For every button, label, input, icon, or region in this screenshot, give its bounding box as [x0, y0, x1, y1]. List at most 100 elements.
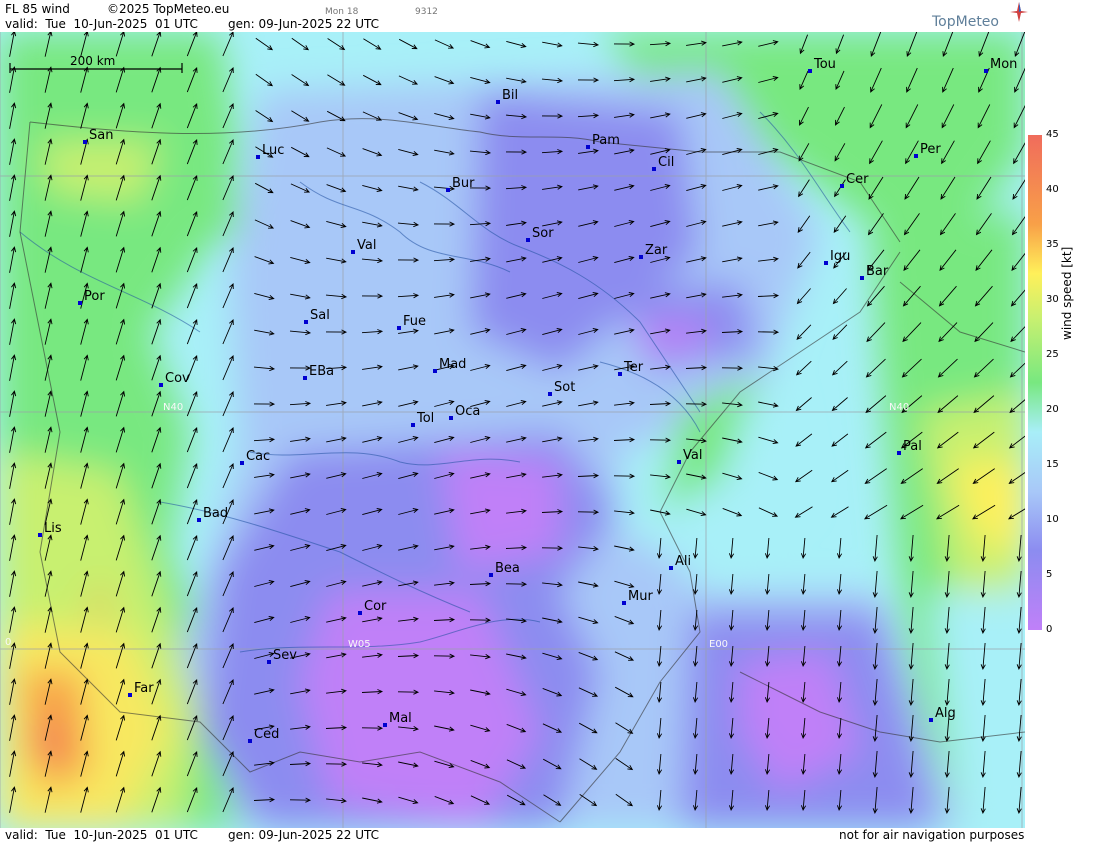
- legend-tick: 5: [1046, 569, 1053, 580]
- wind-arrow: [864, 504, 888, 520]
- wind-arrow: [186, 282, 198, 309]
- wind-arrow: [434, 76, 455, 85]
- city-label: Luc: [262, 143, 284, 158]
- wind-arrow: [291, 37, 310, 51]
- product-title: FL 85 wind: [5, 2, 70, 16]
- wind-arrow: [327, 38, 346, 51]
- wind-arrow: [186, 462, 198, 489]
- wind-arrow: [864, 468, 887, 484]
- wind-map[interactable]: 200 km N40 N40 W05 E00 0 Bil Tou Mon San Luc Pam C…: [0, 32, 1025, 828]
- city-label: Lis: [44, 521, 62, 536]
- wind-arrow: [577, 41, 600, 48]
- city-dot: [397, 326, 401, 330]
- topmeteo-logo[interactable]: TopMeteo: [932, 2, 1028, 30]
- city-label: Per: [920, 142, 941, 157]
- city-label: Val: [357, 238, 376, 253]
- city-dot: [78, 301, 82, 305]
- city-label: Cer: [846, 172, 869, 187]
- wind-arrow: [186, 498, 198, 525]
- wind-map-canvas: 200 km N40 N40 W05 E00 0 Bil Tou Mon San Luc Pam C…: [0, 32, 1025, 828]
- city-label: Zar: [645, 243, 668, 258]
- city-dot: [248, 739, 252, 743]
- city-dot: [897, 451, 901, 455]
- city-dot: [489, 573, 493, 577]
- legend-color-bar: [1028, 135, 1042, 630]
- legend-tick: 40: [1046, 184, 1059, 195]
- wind-arrow: [186, 534, 198, 561]
- city-dot: [383, 723, 387, 727]
- generated-time: gen: 09-Jun-2025 22 UTC: [228, 17, 380, 31]
- city-label: Bar: [866, 264, 889, 279]
- city-dot: [618, 372, 622, 376]
- city-label: Ali: [675, 554, 691, 569]
- wind-arrow: [832, 324, 848, 340]
- city-label: Sot: [554, 380, 575, 395]
- city-label: Far: [134, 681, 154, 696]
- city-label: Cac: [246, 449, 270, 464]
- city-label: EBa: [309, 364, 334, 379]
- wind-arrow: [222, 355, 234, 381]
- wind-arrow: [831, 397, 848, 412]
- city-label: San: [89, 128, 113, 143]
- city-label: Cov: [165, 371, 190, 386]
- city-dot: [677, 460, 681, 464]
- city-label: Bea: [495, 561, 520, 576]
- city-dot: [351, 250, 355, 254]
- city-label: Fue: [403, 314, 426, 329]
- wind-arrow: [398, 38, 418, 50]
- city-marker[interactable]: Pam: [586, 133, 620, 149]
- wind-arrow: [470, 40, 491, 49]
- city-label: Mal: [389, 711, 412, 726]
- wind-arrow: [434, 39, 455, 49]
- city-dot: [83, 140, 87, 144]
- wind-arrow: [794, 506, 813, 518]
- color-legend: 45 40 35 30 25 20 15 10 5 0: [1026, 130, 1117, 635]
- city-dot: [303, 376, 307, 380]
- wind-arrow: [327, 74, 346, 86]
- valid-time: valid: Tue 10-Jun-2025 01 UTC: [5, 17, 198, 31]
- brand-name: TopMeteo: [932, 14, 999, 30]
- city-label: Por: [84, 289, 105, 304]
- wind-arrow: [398, 75, 419, 85]
- city-marker[interactable]: Bar: [860, 264, 889, 280]
- legend-title: wind speed [kt]: [1060, 246, 1074, 340]
- city-dot: [240, 461, 244, 465]
- wind-arrow: [186, 570, 198, 597]
- city-dot: [358, 611, 362, 615]
- wind-arrow: [836, 573, 843, 596]
- wind-arrow: [795, 360, 812, 376]
- wind-arrow: [255, 73, 274, 87]
- city-label: Alg: [935, 706, 956, 721]
- wind-speed-field: [0, 32, 1025, 828]
- wind-arrow: [830, 506, 849, 518]
- city-dot: [411, 423, 415, 427]
- city-dot: [860, 276, 864, 280]
- city-label: Bil: [502, 88, 518, 103]
- grid-label: W05: [348, 639, 371, 650]
- city-dot: [808, 69, 812, 73]
- city-dot: [197, 518, 201, 522]
- city-label: Val: [683, 448, 702, 463]
- city-label: Cil: [658, 155, 674, 170]
- city-dot: [496, 100, 500, 104]
- city-dot: [38, 533, 42, 537]
- city-dot: [914, 154, 918, 158]
- city-label: Pal: [903, 439, 922, 454]
- city-dot: [304, 320, 308, 324]
- wind-arrow: [864, 431, 887, 449]
- city-label: Bur: [452, 176, 475, 191]
- city-marker[interactable]: Bad: [197, 506, 228, 522]
- city-dot: [824, 261, 828, 265]
- city-label: Tou: [813, 57, 836, 72]
- city-marker[interactable]: Mad: [433, 357, 466, 373]
- wind-arrow: [794, 469, 813, 483]
- footer-valid-time: valid: Tue 10-Jun-2025 01 UTC: [5, 828, 198, 842]
- wind-arrow: [506, 40, 527, 48]
- city-label: Oca: [455, 404, 480, 419]
- wind-arrow: [831, 360, 848, 376]
- legend-tick: 45: [1046, 129, 1059, 140]
- footer-generated-time: gen: 09-Jun-2025 22 UTC: [228, 828, 380, 842]
- city-marker[interactable]: Igu: [824, 249, 850, 265]
- city-label: Tol: [416, 411, 434, 426]
- city-dot: [929, 718, 933, 722]
